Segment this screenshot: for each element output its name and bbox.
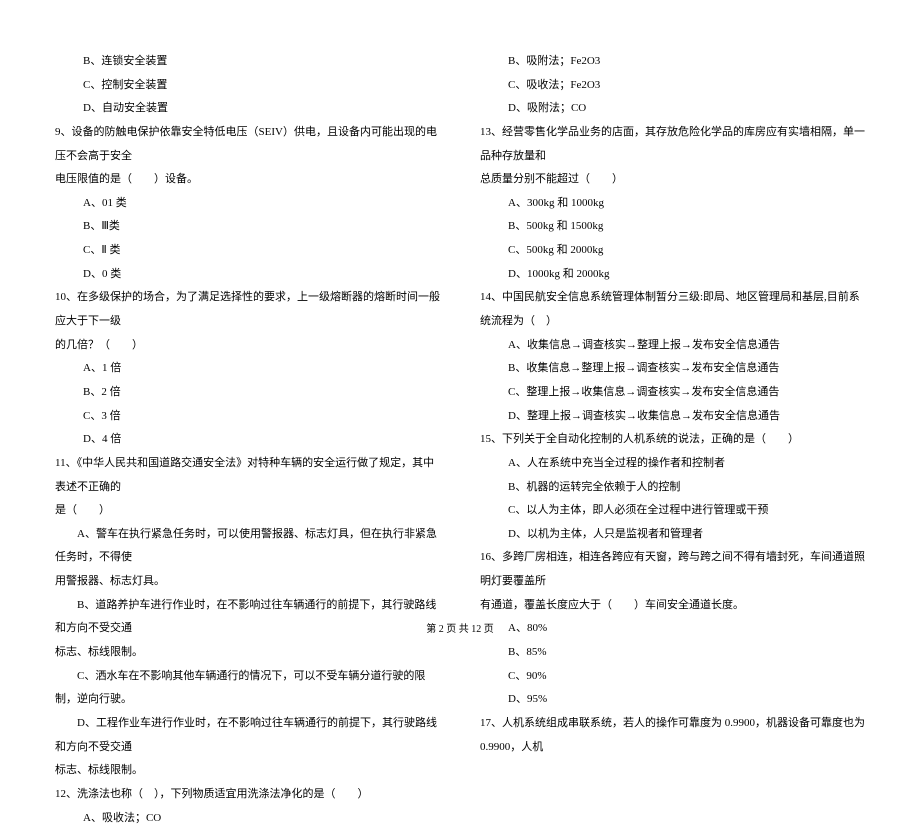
q13-a: A、300kg 和 1000kg — [480, 192, 865, 216]
q10-c: C、3 倍 — [55, 405, 440, 429]
q16-line2: 有通道，覆盖长度应大于（ ）车间安全通道长度。 — [480, 594, 865, 618]
q13-d: D、1000kg 和 2000kg — [480, 263, 865, 287]
q15-a: A、人在系统中充当全过程的操作者和控制者 — [480, 452, 865, 476]
q10-b: B、2 倍 — [55, 381, 440, 405]
q9-c: C、Ⅱ 类 — [55, 239, 440, 263]
q11-d-l1: D、工程作业车进行作业时，在不影响过往车辆通行的前提下，其行驶路线和方向不受交通 — [55, 712, 440, 759]
q11-c: C、洒水车在不影响其他车辆通行的情况下，可以不受车辆分道行驶的限制，逆向行驶。 — [55, 665, 440, 712]
q11-a-l2: 用警报器、标志灯具。 — [55, 570, 440, 594]
q14: 14、中国民航安全信息系统管理体制暂分三级:即局、地区管理局和基层,目前系统流程… — [480, 286, 865, 333]
opt-d: D、自动安全装置 — [55, 97, 440, 121]
q14-c: C、整理上报→收集信息→调查核实→发布安全信息通告 — [480, 381, 865, 405]
q16-b: B、85% — [480, 641, 865, 665]
q14-b: B、收集信息→整理上报→调查核实→发布安全信息通告 — [480, 357, 865, 381]
q11-b-l2: 标志、标线限制。 — [55, 641, 440, 665]
q16-d: D、95% — [480, 688, 865, 712]
opt-c: C、控制安全装置 — [55, 74, 440, 98]
right-column: B、吸附法；Fe2O3 C、吸收法；Fe2O3 D、吸附法；CO 13、经营零售… — [480, 50, 865, 610]
q9-b: B、Ⅲ类 — [55, 215, 440, 239]
q16-a: A、80% — [480, 617, 865, 641]
r-opt-d: D、吸附法；CO — [480, 97, 865, 121]
q14-d: D、整理上报→调查核实→收集信息→发布安全信息通告 — [480, 405, 865, 429]
q16-c: C、90% — [480, 665, 865, 689]
q13-line2: 总质量分别不能超过（ ） — [480, 168, 865, 192]
q11-b-l1: B、道路养护车进行作业时，在不影响过往车辆通行的前提下，其行驶路线和方向不受交通 — [55, 594, 440, 641]
q11-d-l2: 标志、标线限制。 — [55, 759, 440, 783]
q12: 12、洗涤法也称（ ），下列物质适宜用洗涤法净化的是（ ） — [55, 783, 440, 807]
q17: 17、人机系统组成串联系统，若人的操作可靠度为 0.9900，机器设备可靠度也为… — [480, 712, 865, 759]
r-opt-c: C、吸收法；Fe2O3 — [480, 74, 865, 98]
q11-line2: 是（ ） — [55, 499, 440, 523]
q11-a-l1: A、警车在执行紧急任务时，可以使用警报器、标志灯具，但在执行非紧急任务时，不得使 — [55, 523, 440, 570]
q9-line1: 9、设备的防触电保护依靠安全特低电压（SEIV）供电，且设备内可能出现的电压不会… — [55, 121, 440, 168]
q11-line1: 11、《中华人民共和国道路交通安全法》对特种车辆的安全运行做了规定，其中表述不正… — [55, 452, 440, 499]
q12-a: A、吸收法；CO — [55, 807, 440, 830]
q15: 15、下列关于全自动化控制的人机系统的说法，正确的是（ ） — [480, 428, 865, 452]
q9-line2: 电压限值的是（ ）设备。 — [55, 168, 440, 192]
q10-a: A、1 倍 — [55, 357, 440, 381]
q16-line1: 16、多跨厂房相连，相连各跨应有天窗，跨与跨之间不得有墙封死，车间通道照明灯要覆… — [480, 546, 865, 593]
q13-b: B、500kg 和 1500kg — [480, 215, 865, 239]
left-column: B、连锁安全装置 C、控制安全装置 D、自动安全装置 9、设备的防触电保护依靠安… — [55, 50, 440, 610]
q13-c: C、500kg 和 2000kg — [480, 239, 865, 263]
q10-line1: 10、在多级保护的场合，为了满足选择性的要求，上一级熔断器的熔断时间一般应大于下… — [55, 286, 440, 333]
q14-a: A、收集信息→调查核实→整理上报→发布安全信息通告 — [480, 334, 865, 358]
q15-b: B、机器的运转完全依赖于人的控制 — [480, 476, 865, 500]
q15-d: D、以机为主体，人只是监视者和管理者 — [480, 523, 865, 547]
q10-d: D、4 倍 — [55, 428, 440, 452]
q15-c: C、以人为主体，即人必须在全过程中进行管理或干预 — [480, 499, 865, 523]
q10-line2: 的几倍？（ ） — [55, 334, 440, 358]
opt-b: B、连锁安全装置 — [55, 50, 440, 74]
q9-a: A、01 类 — [55, 192, 440, 216]
r-opt-b: B、吸附法；Fe2O3 — [480, 50, 865, 74]
q13-line1: 13、经营零售化学品业务的店面，其存放危险化学品的库房应有实墙相隔，单一品种存放… — [480, 121, 865, 168]
q9-d: D、0 类 — [55, 263, 440, 287]
